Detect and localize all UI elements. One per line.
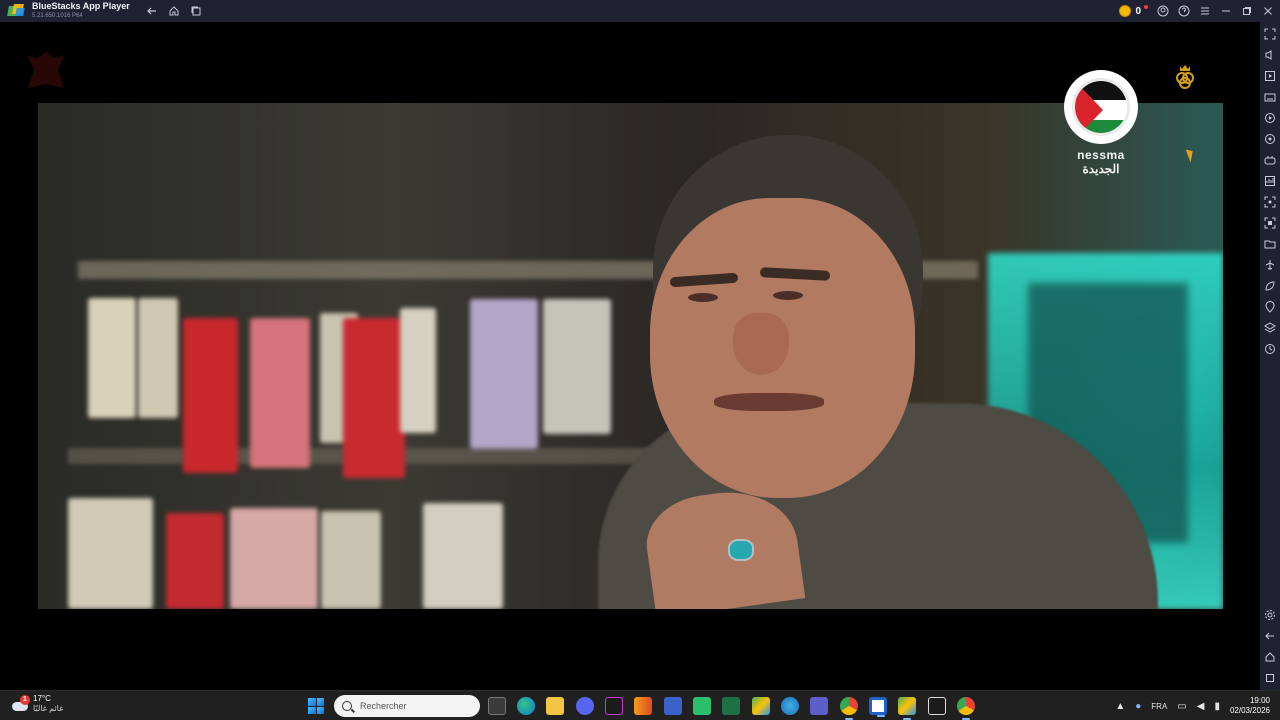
restore-icon[interactable] [1241, 5, 1253, 17]
crown-badge-icon [1174, 62, 1196, 90]
task-view-icon[interactable] [488, 697, 506, 715]
video-frame [38, 103, 1223, 609]
teams-icon[interactable] [810, 697, 828, 715]
chevron-up-icon[interactable]: ▲ [1115, 701, 1125, 712]
windows-taskbar: 1 17°C غائم غالبًا Rechercher ▲ ● FRA ▭ … [0, 690, 1280, 720]
language-indicator[interactable]: FRA [1151, 702, 1167, 711]
eco-icon[interactable] [1264, 279, 1276, 291]
rotate-icon[interactable] [1264, 132, 1276, 144]
home-icon[interactable] [168, 5, 180, 17]
channel-name-latin: nessma [1077, 148, 1125, 162]
coin-count: 0 [1135, 5, 1141, 17]
help-icon[interactable] [1178, 5, 1190, 17]
gamepad-icon[interactable] [1264, 153, 1276, 165]
clock-time: 19:00 [1249, 696, 1270, 705]
video-editor-icon[interactable] [605, 697, 623, 715]
file-explorer-icon[interactable] [546, 697, 564, 715]
bluestacks-multi-icon[interactable] [752, 697, 770, 715]
sync-icon[interactable] [1264, 342, 1276, 354]
clock-date: 02/03/2026 [1229, 706, 1270, 715]
folder-icon[interactable] [1264, 237, 1276, 249]
bluestacks-icon[interactable] [898, 697, 916, 720]
android-recents-icon[interactable] [1264, 671, 1276, 683]
volume-icon[interactable] [1264, 48, 1276, 60]
weather-widget[interactable]: 1 17°C غائم غالبًا [10, 694, 63, 714]
network-icon[interactable]: ▭ [1177, 701, 1186, 712]
app-version: 5.21.650.1016 P64 [32, 12, 83, 19]
fullscreen-icon[interactable] [1264, 27, 1276, 40]
battery-icon[interactable]: ▮ [1214, 701, 1220, 712]
account-icon[interactable] [1157, 5, 1169, 17]
channel-logo: nessma الجديدة [1062, 70, 1140, 180]
weather-temp: 17°C [33, 694, 51, 703]
settings-icon[interactable] [1264, 608, 1276, 620]
location-icon[interactable] [1264, 300, 1276, 313]
coin-icon[interactable] [1119, 5, 1132, 17]
cloud-icon: 1 [10, 695, 30, 712]
right-sidebar [1260, 22, 1280, 690]
android-home-icon[interactable] [1264, 650, 1276, 662]
video-player[interactable]: nessma الجديدة [0, 22, 1260, 690]
windows-start-icon[interactable] [308, 698, 324, 714]
layers-icon[interactable] [1264, 321, 1276, 333]
microphone-icon[interactable]: ● [1135, 701, 1141, 712]
search-icon [342, 701, 352, 711]
search-placeholder: Rechercher [360, 701, 407, 711]
title-bar: BlueStacks App Player 5.21.650.1016 P64 … [0, 0, 1280, 22]
bluestacks-logo-icon [7, 4, 26, 18]
weather-desc: غائم غالبًا [33, 704, 64, 713]
notification-dot [1144, 5, 1148, 9]
capcut-icon[interactable] [928, 697, 946, 715]
screen-record-icon[interactable] [1264, 216, 1276, 229]
edge-icon[interactable] [517, 697, 535, 715]
watermark-logo-icon [20, 50, 70, 96]
taskbar-search[interactable]: Rechercher [334, 695, 480, 717]
chrome-profile-icon[interactable] [957, 697, 975, 720]
minimize-icon[interactable] [1220, 5, 1232, 17]
screenshot-icon[interactable] [1264, 195, 1276, 208]
airplane-icon[interactable] [1264, 258, 1276, 270]
whatsapp-icon[interactable] [693, 697, 711, 715]
record-icon[interactable] [1264, 111, 1276, 123]
media-icon[interactable] [1264, 69, 1276, 81]
discord-icon[interactable] [576, 697, 594, 715]
window-app-icon[interactable] [869, 697, 887, 717]
performance-icon[interactable] [1264, 174, 1276, 186]
app-title: BlueStacks App Player [32, 0, 130, 11]
channel-name-arabic: الجديدة [1082, 162, 1120, 176]
close-icon[interactable] [1262, 5, 1274, 17]
chrome-icon[interactable] [840, 697, 858, 720]
speaker-icon[interactable]: ◀ [1197, 701, 1205, 712]
fl-studio-icon[interactable] [634, 697, 652, 715]
weather-badge: 1 [20, 695, 30, 705]
palestine-flag-icon [1072, 78, 1130, 136]
calculator-icon[interactable] [664, 697, 682, 715]
android-back-icon[interactable] [1264, 629, 1276, 641]
back-icon[interactable] [146, 5, 158, 17]
globe-icon[interactable] [781, 697, 799, 715]
keyboard-icon[interactable] [1264, 90, 1276, 102]
multi-instance-icon[interactable] [190, 5, 202, 17]
turquoise-ring [728, 539, 754, 561]
menu-icon[interactable] [1199, 5, 1211, 17]
clock[interactable]: 19:00 02/03/2026 [1230, 696, 1270, 716]
excel-icon[interactable] [722, 697, 740, 715]
